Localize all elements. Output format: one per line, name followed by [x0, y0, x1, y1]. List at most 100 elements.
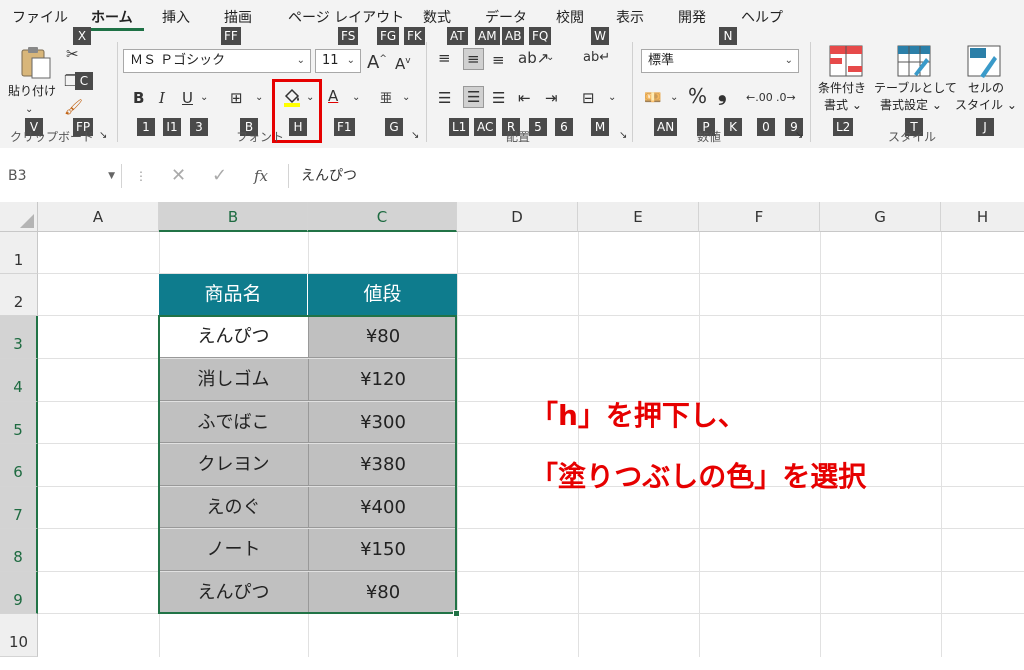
dialog-launcher-icon[interactable]: ↘ — [795, 126, 803, 146]
furigana-icon[interactable]: 亜 — [380, 88, 392, 108]
font-size-combo[interactable]: 11 ⌄ — [315, 49, 361, 73]
row-header-9[interactable]: 9 — [0, 572, 38, 614]
align-right-icon[interactable]: ☰ — [492, 88, 505, 108]
tab-file[interactable]: ファイル — [12, 7, 68, 27]
cell-b7[interactable]: えのぐ — [159, 487, 308, 528]
column-header-c[interactable]: C — [308, 202, 457, 232]
cell-b9[interactable]: えんぴつ — [159, 572, 308, 613]
tab-view[interactable]: 表示 — [616, 7, 644, 27]
shrink-font-icon[interactable]: Av — [395, 51, 411, 74]
orientation-icon[interactable]: ab↗ — [518, 48, 549, 68]
column-header-f[interactable]: F — [699, 202, 820, 232]
chevron-down-icon[interactable]: ⌄ — [402, 88, 410, 108]
grow-font-icon[interactable]: A^ — [367, 49, 387, 73]
align-top-icon[interactable]: ≡ — [438, 48, 451, 68]
row-header-10[interactable]: 10 — [0, 614, 38, 657]
table-header-price[interactable]: 値段 — [308, 274, 457, 315]
wrap-text-icon[interactable]: ab↵ — [583, 48, 610, 68]
keytip-shrink-font: FK — [404, 27, 425, 45]
cell-c7[interactable]: ¥400 — [308, 487, 457, 528]
align-left-icon[interactable]: ☰ — [438, 88, 451, 108]
comma-style-icon[interactable]: ❟ — [718, 83, 727, 105]
tab-developer[interactable]: 開発 — [678, 7, 706, 27]
increase-decimal-icon[interactable]: ←.00 — [746, 88, 773, 108]
row-header-7[interactable]: 7 — [0, 487, 38, 529]
percent-icon[interactable]: % — [688, 86, 707, 106]
merge-center-icon[interactable]: ⊟ — [582, 88, 595, 108]
column-header-g[interactable]: G — [820, 202, 941, 232]
align-bottom-icon[interactable]: ≡ — [492, 50, 505, 70]
cell-c8[interactable]: ¥150 — [308, 529, 457, 571]
font-name-combo[interactable]: ＭＳ Ｐゴシック ⌄ — [123, 49, 311, 73]
tab-draw[interactable]: 描画 — [224, 7, 252, 27]
insert-function-icon[interactable]: fx — [254, 166, 268, 186]
font-color-icon[interactable]: A — [328, 86, 338, 106]
cell-c5[interactable]: ¥300 — [308, 402, 457, 443]
row-header-6[interactable]: 6 — [0, 444, 38, 487]
alignment-group-label: 配置 — [506, 130, 531, 144]
cell-b8[interactable]: ノート — [159, 529, 308, 571]
chevron-down-icon[interactable]: ⌄ — [200, 88, 208, 108]
keytip-align-center: AC — [474, 118, 497, 136]
chevron-down-icon[interactable]: ⌄ — [608, 88, 616, 108]
cell-b6[interactable]: クレヨン — [159, 444, 308, 486]
keytip-merge-center: M — [591, 118, 609, 136]
more-options-icon[interactable]: ⋮ — [135, 166, 147, 186]
bold-icon[interactable]: B — [133, 88, 144, 108]
select-all-button[interactable] — [0, 202, 38, 232]
chevron-down-icon[interactable]: ⌄ — [352, 88, 360, 108]
underline-icon[interactable]: U — [182, 88, 193, 108]
row-header-4[interactable]: 4 — [0, 359, 38, 402]
chevron-down-icon[interactable]: ⌄ — [546, 48, 554, 68]
tab-formulas[interactable]: 数式 — [423, 7, 451, 27]
column-header-a[interactable]: A — [38, 202, 159, 232]
column-header-e[interactable]: E — [578, 202, 699, 232]
cell-b5[interactable]: ふでばこ — [159, 402, 308, 443]
tab-data[interactable]: データ — [485, 7, 527, 27]
column-header-h[interactable]: H — [941, 202, 1024, 232]
decrease-decimal-icon[interactable]: .0→ — [776, 88, 796, 108]
cell-c3[interactable]: ¥80 — [308, 316, 457, 358]
italic-icon[interactable]: I — [159, 88, 165, 108]
row-header-5[interactable]: 5 — [0, 402, 38, 444]
chevron-down-icon[interactable]: ⌄ — [255, 88, 263, 108]
row-header-3[interactable]: 3 — [0, 316, 38, 359]
cell-c6[interactable]: ¥380 — [308, 444, 457, 486]
tab-review[interactable]: 校閲 — [556, 7, 584, 27]
cell-c4[interactable]: ¥120 — [308, 359, 457, 401]
column-header-b[interactable]: B — [159, 202, 308, 232]
borders-icon[interactable]: ⊞ — [230, 88, 243, 108]
chevron-down-icon[interactable]: ⌄ — [670, 88, 678, 108]
tab-insert[interactable]: 挿入 — [162, 7, 190, 27]
table-header-product[interactable]: 商品名 — [159, 274, 308, 315]
row-header-2[interactable]: 2 — [0, 274, 38, 316]
tab-help[interactable]: ヘルプ — [741, 7, 783, 27]
align-center-icon[interactable]: ☰ — [463, 86, 485, 108]
row-header-1[interactable]: 1 — [0, 232, 38, 274]
gridline — [699, 232, 700, 657]
column-header-d[interactable]: D — [457, 202, 578, 232]
increase-indent-icon[interactable]: ⇥ — [545, 88, 558, 108]
tab-home[interactable]: ホーム — [91, 7, 133, 27]
cell-b4[interactable]: 消しゴム — [159, 359, 308, 401]
format-painter-icon[interactable]: 🖌 — [64, 97, 83, 117]
cut-icon[interactable]: ✂ — [66, 44, 79, 64]
cancel-icon[interactable]: ✕ — [171, 166, 186, 186]
align-middle-icon[interactable]: ≡ — [463, 48, 484, 70]
dialog-launcher-icon[interactable]: ↘ — [619, 126, 627, 146]
dialog-launcher-icon[interactable]: ↘ — [411, 126, 419, 146]
decrease-indent-icon[interactable]: ⇤ — [518, 88, 531, 108]
tab-page-layout[interactable]: ページ レイアウト — [288, 7, 404, 27]
accounting-format-icon[interactable]: 💴 — [644, 88, 661, 108]
keytip-wrap-text: W — [591, 27, 609, 45]
cell-c9[interactable]: ¥80 — [308, 572, 457, 613]
row-header-8[interactable]: 8 — [0, 529, 38, 572]
enter-icon[interactable]: ✓ — [212, 166, 227, 186]
dialog-launcher-icon[interactable]: ↘ — [99, 126, 107, 146]
number-format-combo[interactable]: 標準 ⌄ — [641, 49, 799, 73]
name-box[interactable]: B3 ▼ — [2, 164, 122, 188]
fill-handle[interactable] — [453, 610, 460, 617]
formula-input[interactable]: えんぴつ — [288, 164, 1024, 188]
cell-b3[interactable]: えんぴつ — [159, 316, 308, 358]
format-as-table-label-2: 書式設定 ⌄ — [880, 98, 942, 112]
